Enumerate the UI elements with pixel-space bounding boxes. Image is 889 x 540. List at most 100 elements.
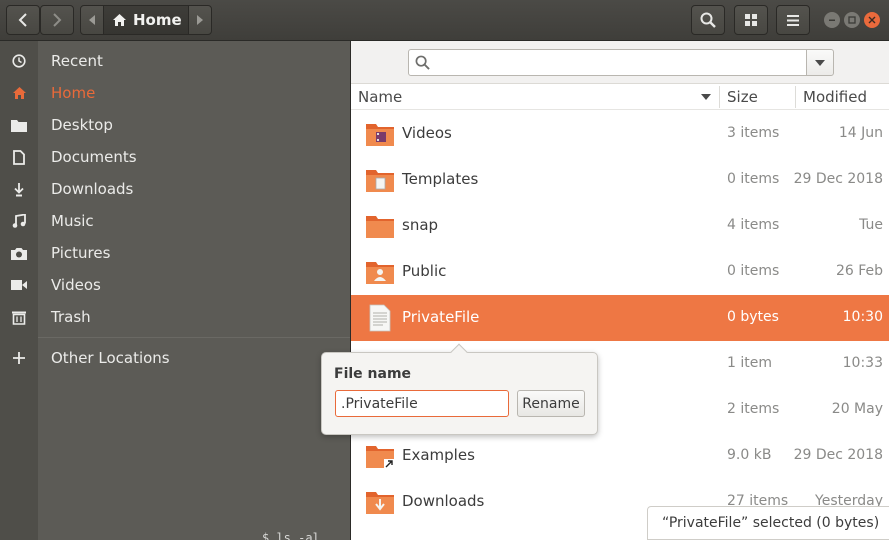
- file-size: 0 bytes: [727, 309, 779, 325]
- sidebar-item-desktop[interactable]: Desktop: [0, 109, 350, 141]
- triangle-right-icon: [197, 15, 203, 25]
- file-row-public[interactable]: Public 0 items 26 Feb: [351, 249, 889, 295]
- sidebar-item-downloads[interactable]: Downloads: [0, 173, 350, 205]
- sidebar-item-label: Pictures: [51, 244, 111, 262]
- home-icon: [113, 14, 126, 26]
- file-name: snap: [402, 216, 439, 234]
- document-icon: [0, 149, 38, 165]
- sidebar-item-home[interactable]: Home: [0, 77, 350, 109]
- sidebar-item-label: Home: [51, 84, 96, 102]
- file-name: Public: [402, 262, 447, 280]
- folder-icon: [366, 216, 394, 238]
- file-name: PrivateFile: [402, 308, 480, 326]
- sidebar-separator: [38, 337, 350, 338]
- file-name: Examples: [402, 446, 475, 464]
- sidebar-item-label: Recent: [51, 52, 103, 70]
- folder-public-icon: [366, 262, 394, 284]
- maximize-button[interactable]: [844, 12, 860, 28]
- music-icon: [0, 214, 38, 228]
- file-row-examples[interactable]: Examples 9.0 kB 29 Dec 2018: [351, 433, 889, 479]
- file-row-videos[interactable]: Videos 3 items 14 Jun: [351, 111, 889, 157]
- file-size: 1 item: [727, 355, 772, 371]
- sidebar-item-documents[interactable]: Documents: [0, 141, 350, 173]
- file-name: Downloads: [402, 492, 485, 510]
- sidebar-item-label: Trash: [51, 308, 91, 326]
- file-modified: 29 Dec 2018: [793, 171, 883, 187]
- sidebar: Recent Home Desktop Documents Downloads …: [0, 41, 350, 540]
- minimize-icon: [829, 19, 835, 21]
- sidebar-item-label: Other Locations: [51, 349, 170, 367]
- forward-button[interactable]: [40, 5, 74, 35]
- file-modified: 26 Feb: [835, 263, 883, 279]
- column-divider: [795, 86, 796, 108]
- folder-icon: [0, 119, 38, 132]
- search-icon: [415, 55, 430, 70]
- column-header: Name Size Modified: [351, 84, 889, 110]
- header-bar: Home: [0, 0, 889, 41]
- sidebar-item-pictures[interactable]: Pictures: [0, 237, 350, 269]
- grid-icon: [745, 14, 757, 26]
- file-size: 0 items: [727, 171, 780, 187]
- sidebar-item-label: Downloads: [51, 180, 134, 198]
- sort-descending-icon[interactable]: [701, 94, 711, 100]
- path-home-label: Home: [133, 11, 182, 29]
- file-size: 3 items: [727, 125, 780, 141]
- column-size[interactable]: Size: [727, 88, 758, 106]
- column-name[interactable]: Name: [358, 88, 402, 106]
- rename-button[interactable]: Rename: [517, 390, 585, 417]
- sidebar-item-other-locations[interactable]: Other Locations: [0, 342, 350, 374]
- path-scroll-right-button[interactable]: [189, 6, 211, 34]
- sidebar-item-label: Desktop: [51, 116, 113, 134]
- file-view: Name Size Modified Videos 3 items 14 Jun…: [351, 41, 889, 540]
- minimize-button[interactable]: [824, 12, 840, 28]
- download-icon: [0, 182, 38, 197]
- rename-input[interactable]: .PrivateFile: [335, 390, 509, 417]
- folder-templates-icon: [366, 170, 394, 192]
- file-row-templates[interactable]: Templates 0 items 29 Dec 2018: [351, 157, 889, 203]
- file-row-snap[interactable]: snap 4 items Tue: [351, 203, 889, 249]
- search-input[interactable]: [408, 49, 807, 76]
- search-bar: [351, 41, 889, 84]
- close-button[interactable]: [864, 12, 880, 28]
- sidebar-item-videos[interactable]: Videos: [0, 269, 350, 301]
- maximize-icon: [848, 16, 856, 24]
- camera-icon: [0, 247, 38, 260]
- background-terminal-text: $ ls -al: [262, 531, 320, 540]
- sidebar-item-label: Music: [51, 212, 94, 230]
- file-modified: 10:30: [842, 309, 883, 325]
- sidebar-item-trash[interactable]: Trash: [0, 301, 350, 333]
- file-size: 4 items: [727, 217, 780, 233]
- rename-popover: File name .PrivateFile Rename: [321, 343, 598, 435]
- file-name: Templates: [402, 170, 479, 188]
- triangle-down-icon: [815, 59, 825, 66]
- sidebar-item-recent[interactable]: Recent: [0, 45, 350, 77]
- view-toggle-button[interactable]: [734, 5, 768, 35]
- file-modified: 29 Dec 2018: [793, 447, 883, 463]
- triangle-left-icon: [89, 15, 95, 25]
- sidebar-item-label: Videos: [51, 276, 101, 294]
- search-options-button[interactable]: [806, 49, 834, 76]
- column-modified[interactable]: Modified: [803, 88, 867, 106]
- menu-button[interactable]: [776, 5, 810, 35]
- search-button[interactable]: [691, 5, 725, 35]
- folder-downloads-icon: [366, 492, 394, 514]
- clock-icon: [0, 54, 38, 68]
- back-button[interactable]: [6, 5, 40, 35]
- file-modified: 10:33: [842, 355, 883, 371]
- path-bar: Home: [80, 5, 212, 35]
- video-icon: [0, 279, 38, 291]
- file-row-privatefile[interactable]: PrivateFile 0 bytes 10:30: [351, 295, 889, 341]
- trash-icon: [0, 310, 38, 325]
- close-icon: [868, 16, 876, 24]
- path-scroll-left-button[interactable]: [81, 6, 103, 34]
- plus-icon: [0, 352, 38, 364]
- path-home-button[interactable]: Home: [103, 6, 189, 34]
- sidebar-item-music[interactable]: Music: [0, 205, 350, 237]
- hamburger-icon: [787, 14, 799, 26]
- file-modified: 14 Jun: [838, 125, 883, 141]
- column-divider: [719, 86, 720, 108]
- file-size: 0 items: [727, 263, 780, 279]
- folder-link-icon: [366, 446, 394, 469]
- sidebar-item-label: Documents: [51, 148, 137, 166]
- file-size: 2 items: [727, 401, 780, 417]
